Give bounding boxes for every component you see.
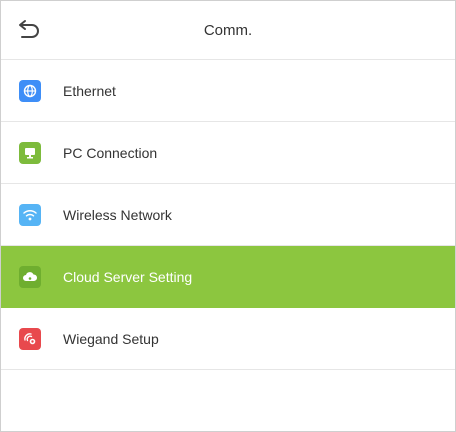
wiegand-icon	[19, 327, 41, 350]
wifi-icon	[19, 203, 41, 226]
menu-item-cloud-server-setting[interactable]: Cloud Server Setting	[1, 246, 455, 308]
globe-icon	[19, 79, 41, 102]
menu-item-label: Cloud Server Setting	[63, 268, 193, 285]
menu-item-ethernet[interactable]: Ethernet	[1, 60, 455, 122]
comm-screen: Comm. Ethernet PC Connection Wireless Ne…	[0, 0, 456, 432]
monitor-icon	[19, 141, 41, 164]
menu-item-wiegand-setup[interactable]: Wiegand Setup	[1, 308, 455, 370]
menu-item-pc-connection[interactable]: PC Connection	[1, 122, 455, 184]
page-title: Comm.	[203, 21, 253, 39]
menu-item-label: Ethernet	[63, 82, 116, 99]
back-button[interactable]	[15, 19, 41, 41]
menu-item-label: PC Connection	[63, 144, 158, 161]
menu-item-label: Wiegand Setup	[63, 330, 159, 347]
menu-item-label: Wireless Network	[63, 206, 172, 223]
menu-item-wireless-network[interactable]: Wireless Network	[1, 184, 455, 246]
back-arrow-icon	[19, 20, 39, 38]
comm-menu: Ethernet PC Connection Wireless Network …	[1, 60, 455, 370]
cloud-icon	[19, 265, 41, 288]
header-bar: Comm.	[1, 1, 455, 60]
